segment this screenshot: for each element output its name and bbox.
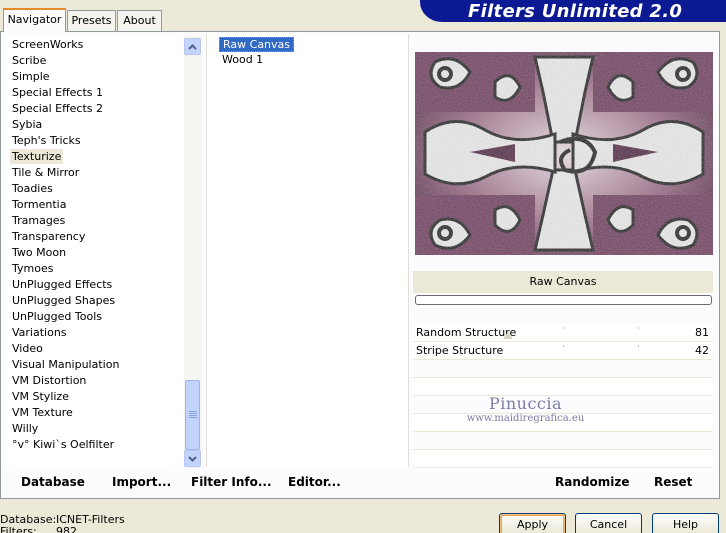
param-slot-empty (413, 360, 713, 378)
help-button[interactable]: Help (652, 513, 719, 533)
category-item[interactable]: Visual Manipulation (10, 357, 121, 372)
param-slot-empty (413, 432, 713, 450)
category-item[interactable]: Transparency (10, 229, 87, 244)
scroll-up-button[interactable] (184, 38, 201, 55)
watermark: Pinuccia www.maidiregrafica.eu (463, 394, 588, 424)
category-list[interactable]: ScreenWorks Scribe Simple Special Effects 1… (4, 34, 184, 466)
category-item[interactable]: Tymoes (10, 261, 55, 276)
scroll-thumb[interactable] (185, 380, 200, 450)
category-item[interactable]: UnPlugged Tools (10, 309, 104, 324)
chevron-down-icon (188, 455, 197, 462)
category-item[interactable]: ScreenWorks (10, 37, 85, 52)
tab-presets[interactable]: Presets (67, 10, 116, 31)
category-item[interactable]: Variations (10, 325, 69, 340)
param-random-structure[interactable]: Random Structure 81 (413, 324, 713, 342)
category-item[interactable]: Tormentia (10, 197, 68, 212)
param-label: Random Structure (416, 326, 517, 339)
param-stripe-structure[interactable]: Stripe Structure 42 (413, 342, 713, 360)
filter-preview-image (415, 52, 713, 255)
filter-info-button[interactable]: Filter Info... (191, 475, 272, 489)
reset-button[interactable]: Reset (654, 475, 692, 489)
status-filters: Filters: 982 (0, 525, 77, 533)
category-item[interactable]: Simple (10, 69, 52, 84)
watermark-title: Pinuccia (488, 394, 563, 413)
category-item[interactable]: Special Effects 1 (10, 85, 105, 100)
status-filters-label: Filters: (0, 525, 37, 533)
category-item[interactable]: Tile & Mirror (10, 165, 81, 180)
category-item[interactable]: Video (10, 341, 45, 356)
param-value[interactable]: 81 (695, 326, 709, 339)
app-banner: Filters Unlimited 2.0 (420, 0, 726, 22)
category-item[interactable]: VM Stylize (10, 389, 71, 404)
category-item[interactable]: °v° Kiwi`s Oelfilter (10, 437, 116, 452)
cancel-button[interactable]: Cancel (575, 513, 642, 533)
category-item[interactable]: Teph's Tricks (10, 133, 83, 148)
database-button[interactable]: Database (21, 475, 85, 489)
category-item[interactable]: Willy (10, 421, 40, 436)
param-value[interactable]: 42 (695, 344, 709, 357)
filter-item-wood-1[interactable]: Wood 1 (219, 53, 266, 68)
category-item[interactable]: VM Distortion (10, 373, 88, 388)
tab-navigator[interactable]: Navigator (3, 8, 66, 32)
category-item[interactable]: Special Effects 2 (10, 101, 105, 116)
category-scrollbar[interactable] (184, 36, 201, 468)
tab-about[interactable]: About (117, 10, 162, 31)
chevron-up-icon (188, 43, 197, 50)
param-label: Stripe Structure (416, 344, 504, 357)
category-item[interactable]: Toadies (10, 181, 55, 196)
progress-bar (415, 295, 712, 305)
slider-pointer[interactable] (503, 332, 513, 339)
watermark-url: www.maidiregrafica.eu (466, 413, 585, 424)
scroll-down-button[interactable] (184, 450, 201, 467)
category-item[interactable]: Texturize (10, 149, 64, 164)
category-item[interactable]: Two Moon (10, 245, 68, 260)
apply-button[interactable]: Apply (499, 513, 566, 533)
param-slot-empty (413, 450, 713, 468)
category-item[interactable]: VM Texture (10, 405, 75, 420)
category-item[interactable]: UnPlugged Effects (10, 277, 114, 292)
editor-button[interactable]: Editor... (288, 475, 341, 489)
filter-list[interactable]: Raw Canvas Wood 1 (206, 34, 409, 466)
app-title: Filters Unlimited 2.0 (468, 1, 683, 22)
category-item[interactable]: Tramages (10, 213, 67, 228)
import-button[interactable]: Import... (112, 475, 171, 489)
status-filters-value: 982 (56, 525, 77, 533)
category-item[interactable]: UnPlugged Shapes (10, 293, 117, 308)
category-item[interactable]: Sybia (10, 117, 44, 132)
filter-name-label: Raw Canvas (413, 271, 713, 293)
randomize-button[interactable]: Randomize (555, 475, 629, 489)
filter-item-raw-canvas[interactable]: Raw Canvas (219, 37, 295, 52)
category-item[interactable]: Scribe (10, 53, 48, 68)
